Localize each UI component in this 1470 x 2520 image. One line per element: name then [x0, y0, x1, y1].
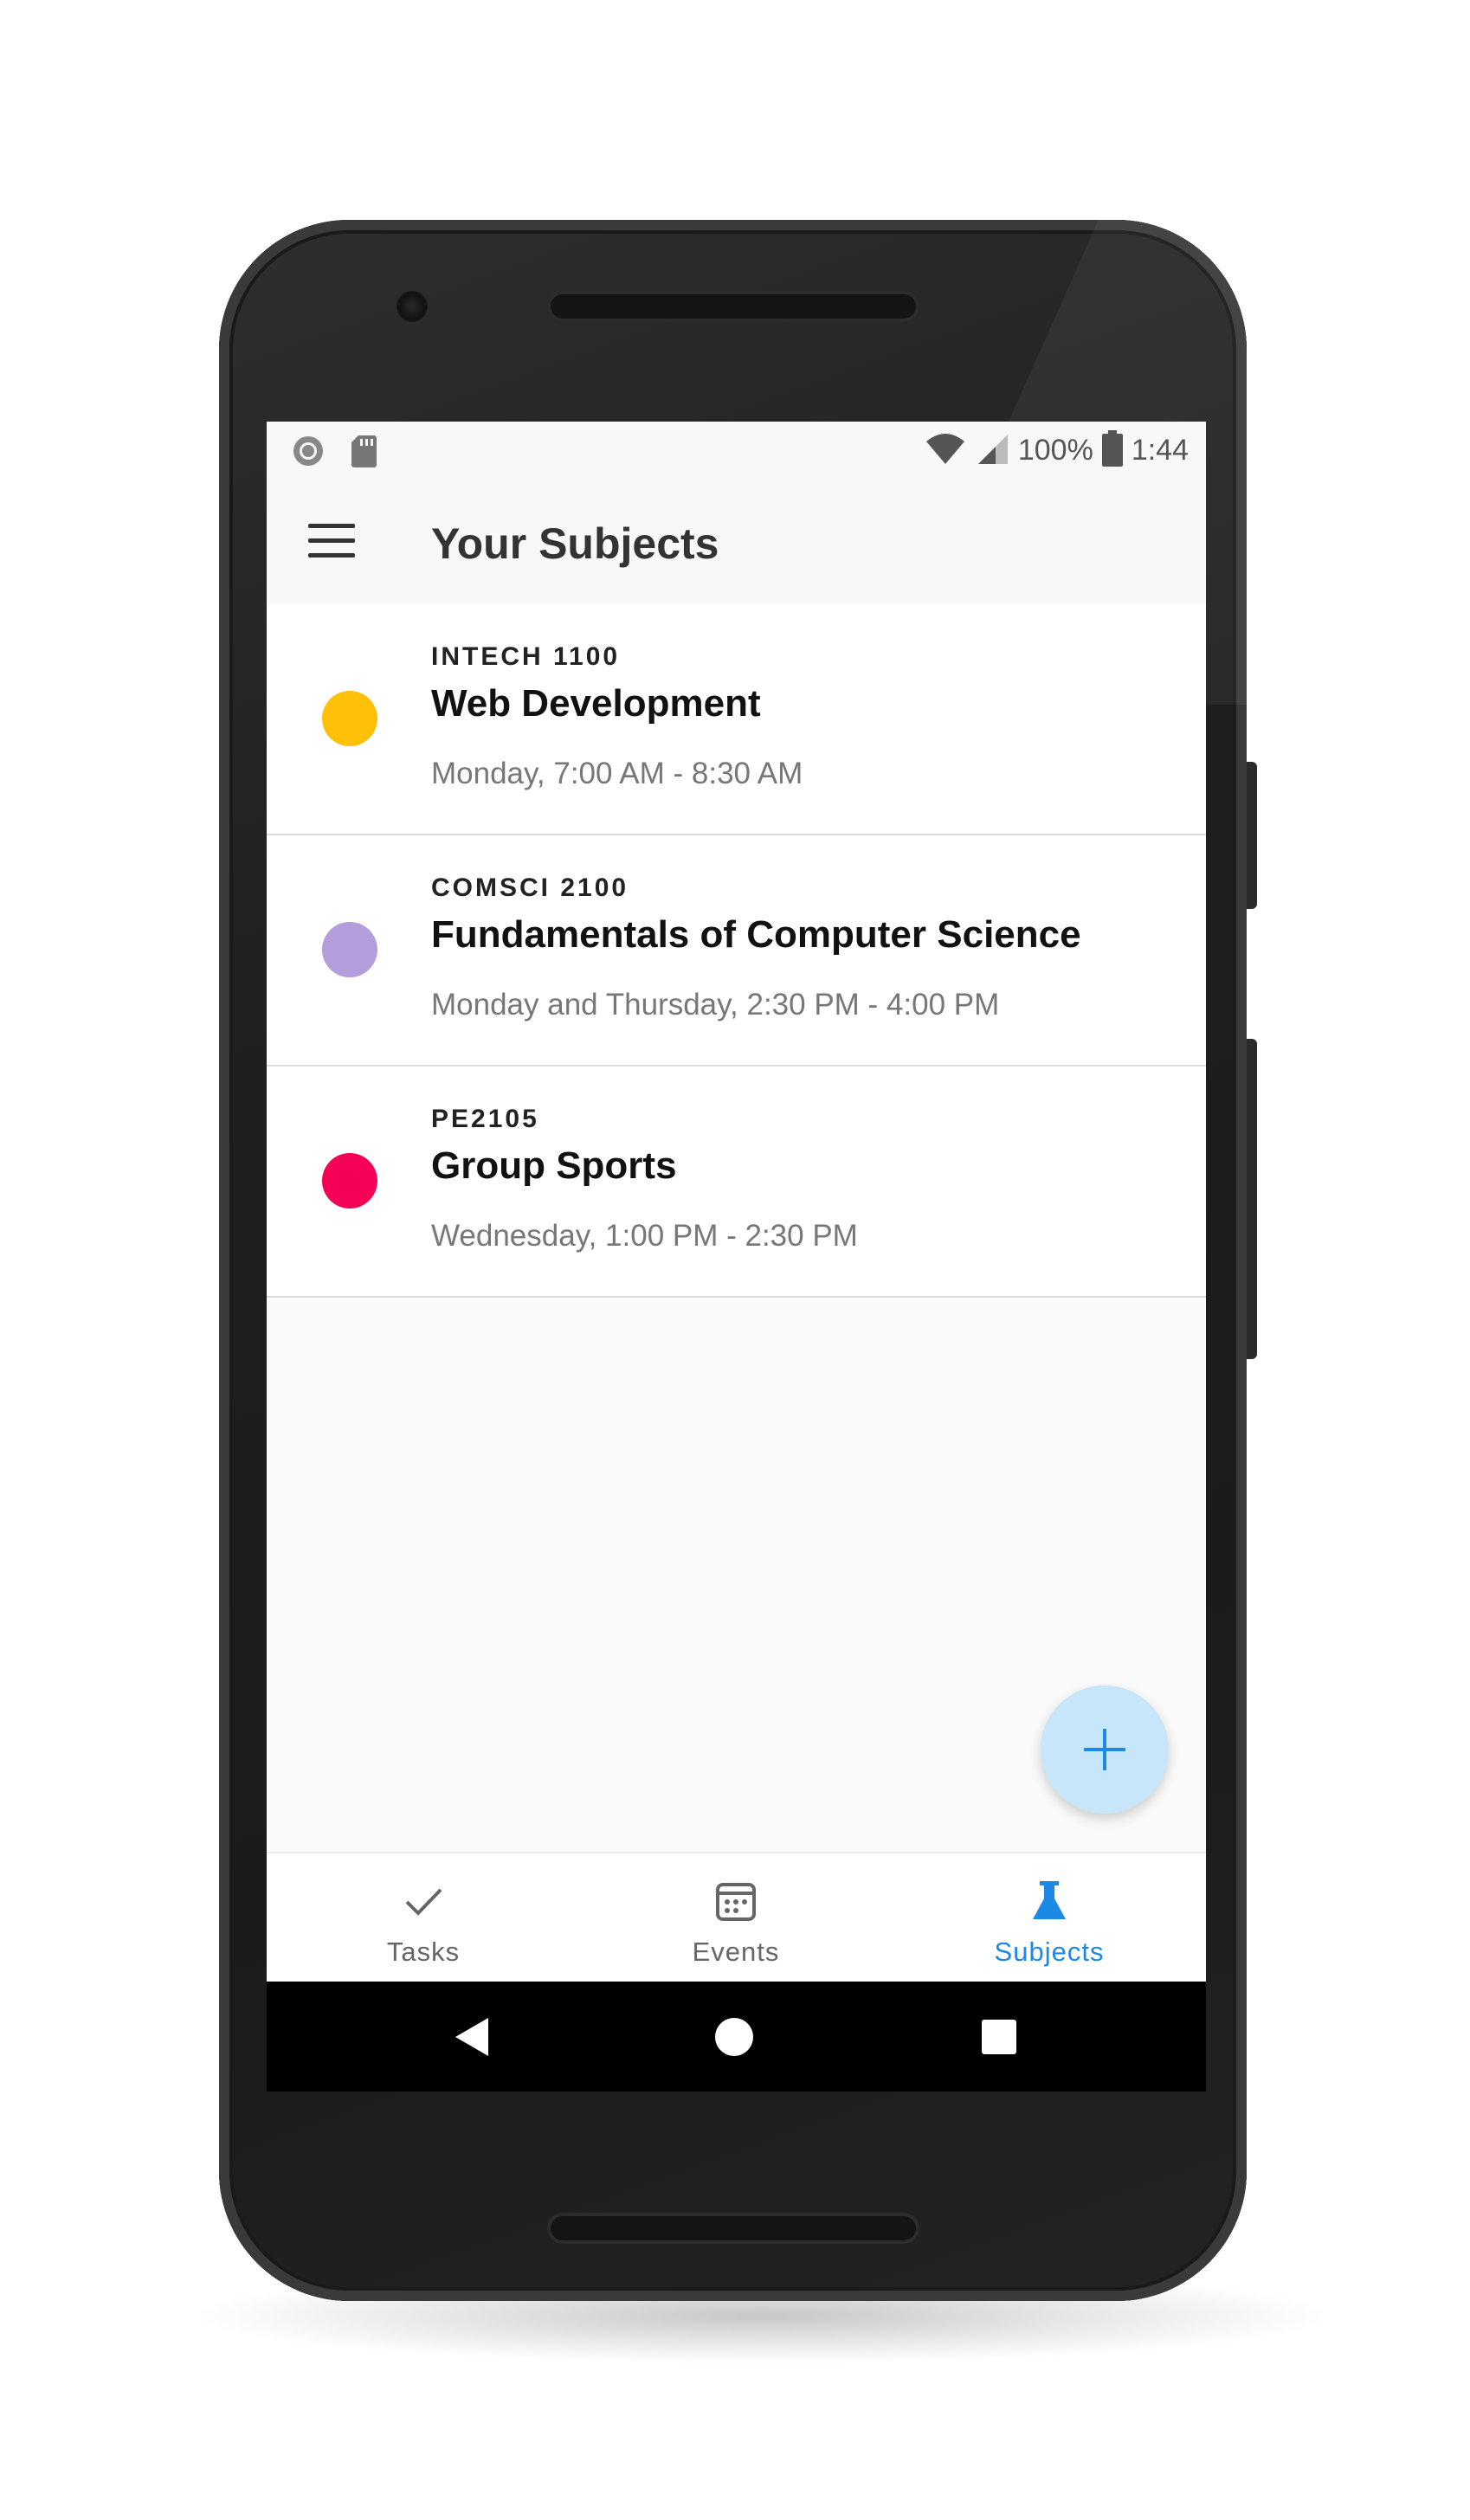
signal-icon	[975, 431, 1009, 470]
subject-schedule: Monday, 7:00 AM - 8:30 AM	[431, 757, 803, 790]
add-subject-button[interactable]	[1041, 1685, 1169, 1814]
subject-name: Web Development	[431, 682, 761, 725]
subject-schedule: Monday and Thursday, 2:30 PM - 4:00 PM	[431, 988, 1000, 1022]
subject-code: INTECH 1100	[431, 642, 621, 671]
subject-item[interactable]: PE2105 Group Sports Wednesday, 1:00 PM -…	[267, 1067, 1206, 1298]
menu-icon[interactable]	[308, 524, 355, 558]
bottom-navigation: Tasks Events Subjects	[267, 1852, 1206, 1983]
subject-color-dot	[322, 922, 377, 977]
wifi-icon	[925, 431, 966, 470]
screen: 100% 1:44 Your Subjects INTECH 1100 Web …	[267, 422, 1206, 2091]
status-bar: 100% 1:44	[267, 422, 1206, 480]
subject-item[interactable]: INTECH 1100 Web Development Monday, 7:00…	[267, 604, 1206, 835]
home-icon[interactable]	[715, 2018, 753, 2056]
subject-item[interactable]: COMSCI 2100 Fundamentals of Computer Sci…	[267, 835, 1206, 1067]
battery-icon	[1101, 430, 1123, 471]
nav-subjects[interactable]: Subjects	[893, 1853, 1206, 1983]
calendar-icon	[714, 1879, 758, 1923]
subject-color-dot	[322, 691, 377, 746]
page-title: Your Subjects	[431, 519, 719, 568]
front-camera	[397, 291, 428, 322]
nav-tasks[interactable]: Tasks	[267, 1853, 580, 1983]
top-speaker	[547, 291, 919, 322]
battery-percent: 100%	[1017, 434, 1093, 467]
nav-events[interactable]: Events	[579, 1853, 893, 1983]
nav-tasks-label: Tasks	[386, 1937, 461, 1967]
subject-code: PE2105	[431, 1105, 539, 1133]
subject-schedule: Wednesday, 1:00 PM - 2:30 PM	[431, 1219, 858, 1253]
back-icon[interactable]	[455, 2018, 488, 2056]
subject-code: COMSCI 2100	[431, 873, 629, 902]
app-bar: Your Subjects	[267, 480, 1206, 604]
clock: 1:44	[1131, 434, 1189, 467]
check-icon	[402, 1879, 445, 1923]
nav-subjects-label: Subjects	[994, 1937, 1105, 1967]
volume-button	[1247, 1039, 1257, 1359]
record-icon	[291, 434, 326, 473]
nav-events-label: Events	[692, 1937, 780, 1967]
subject-name: Fundamentals of Computer Science	[431, 913, 1081, 956]
subject-name: Group Sports	[431, 1144, 677, 1187]
subject-list: INTECH 1100 Web Development Monday, 7:00…	[267, 604, 1206, 1298]
sd-card-icon	[350, 434, 377, 473]
subject-color-dot	[322, 1153, 377, 1208]
bottom-speaker	[547, 2213, 919, 2244]
flask-icon	[1028, 1879, 1071, 1923]
system-navigation-bar	[267, 1982, 1206, 2091]
power-button	[1247, 762, 1257, 909]
recents-icon[interactable]	[982, 2020, 1016, 2054]
